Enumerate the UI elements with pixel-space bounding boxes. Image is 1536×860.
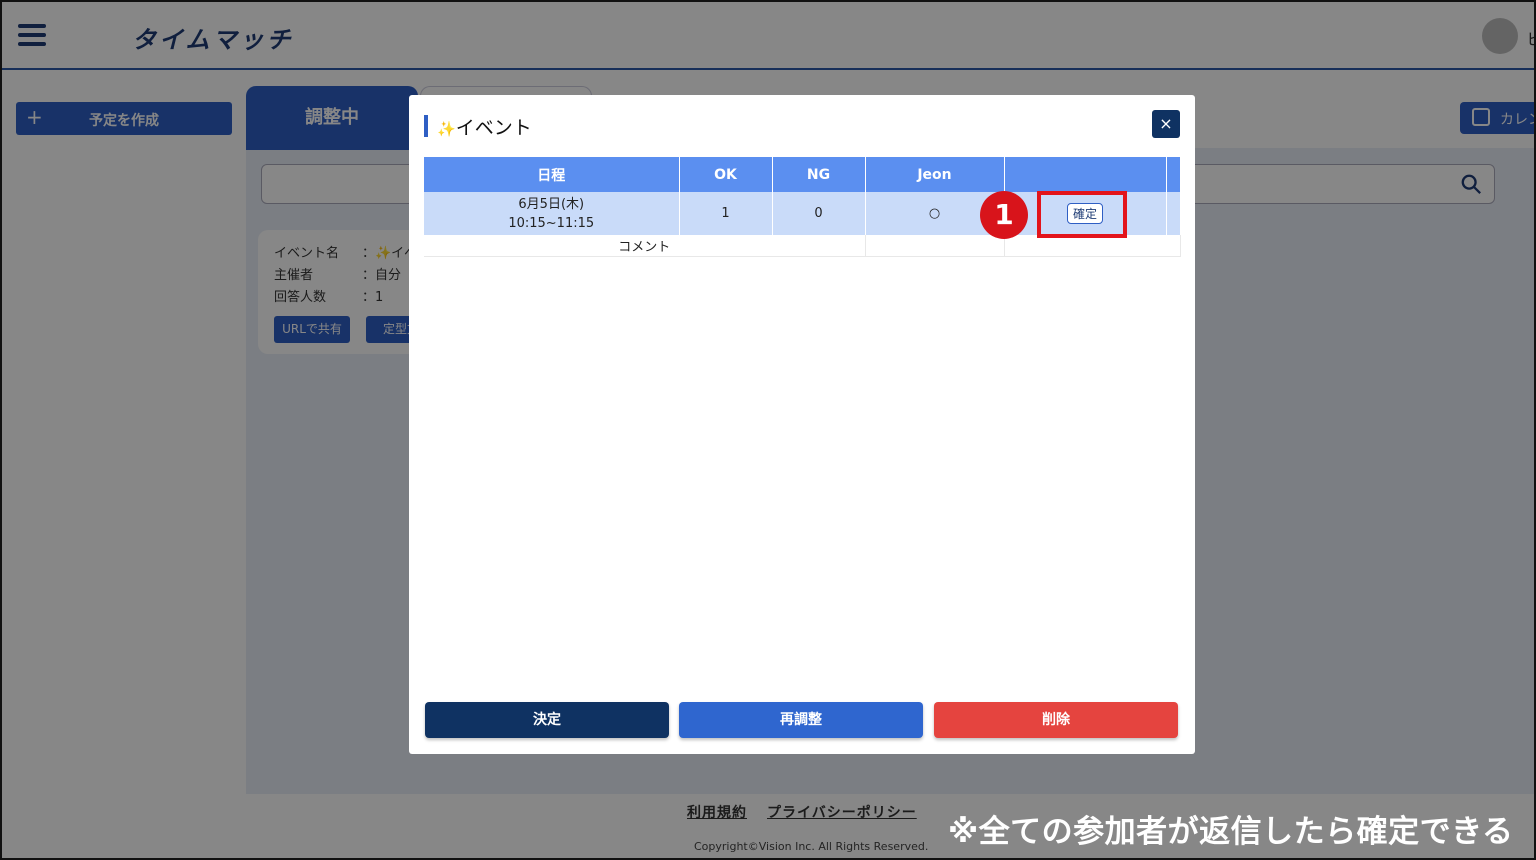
modal-title: ✨イベント <box>437 113 532 140</box>
slot-spacer <box>1166 192 1181 235</box>
header-participant: Jeon <box>865 157 1005 192</box>
comment-cell <box>865 235 1005 257</box>
step-marker: 1 <box>980 191 1028 239</box>
sparkles-icon: ✨ <box>437 120 456 138</box>
header-action <box>1004 157 1167 192</box>
header-ok: OK <box>679 157 773 192</box>
header-date: 日程 <box>424 157 680 192</box>
decide-button[interactable]: 決定 <box>425 702 669 738</box>
slot-time: 10:15~11:15 <box>508 215 595 231</box>
close-icon[interactable]: × <box>1152 110 1180 138</box>
comment-label: コメント <box>424 235 866 257</box>
slot-datetime: 6月5日(木) 10:15~11:15 <box>424 192 680 235</box>
title-accent-bar <box>424 115 428 137</box>
header-ng: NG <box>772 157 866 192</box>
screen-frame: タイムマッチ ヒ + 予定を作成 調整中 カレン イベント名：✨イベ 主催者：自… <box>0 0 1536 860</box>
comment-cell-empty <box>1004 235 1181 257</box>
event-modal: ✨イベント × 日程 OK NG Jeon 6月5日(木) 10:15~11:1… <box>409 95 1195 754</box>
modal-title-text: イベント <box>455 117 532 139</box>
comment-row: コメント <box>424 235 1181 257</box>
header-spacer <box>1166 157 1181 192</box>
slot-ng-count: 0 <box>772 192 866 235</box>
delete-button[interactable]: 削除 <box>934 702 1178 738</box>
table-header-row: 日程 OK NG Jeon <box>424 157 1181 192</box>
slot-date: 6月5日(木) <box>518 196 585 212</box>
confirm-highlight-box <box>1037 191 1127 238</box>
readjust-button[interactable]: 再調整 <box>679 702 923 738</box>
instruction-caption: ※全ての参加者が返信したら確定できる <box>948 814 1514 850</box>
slot-ok-count: 1 <box>679 192 773 235</box>
